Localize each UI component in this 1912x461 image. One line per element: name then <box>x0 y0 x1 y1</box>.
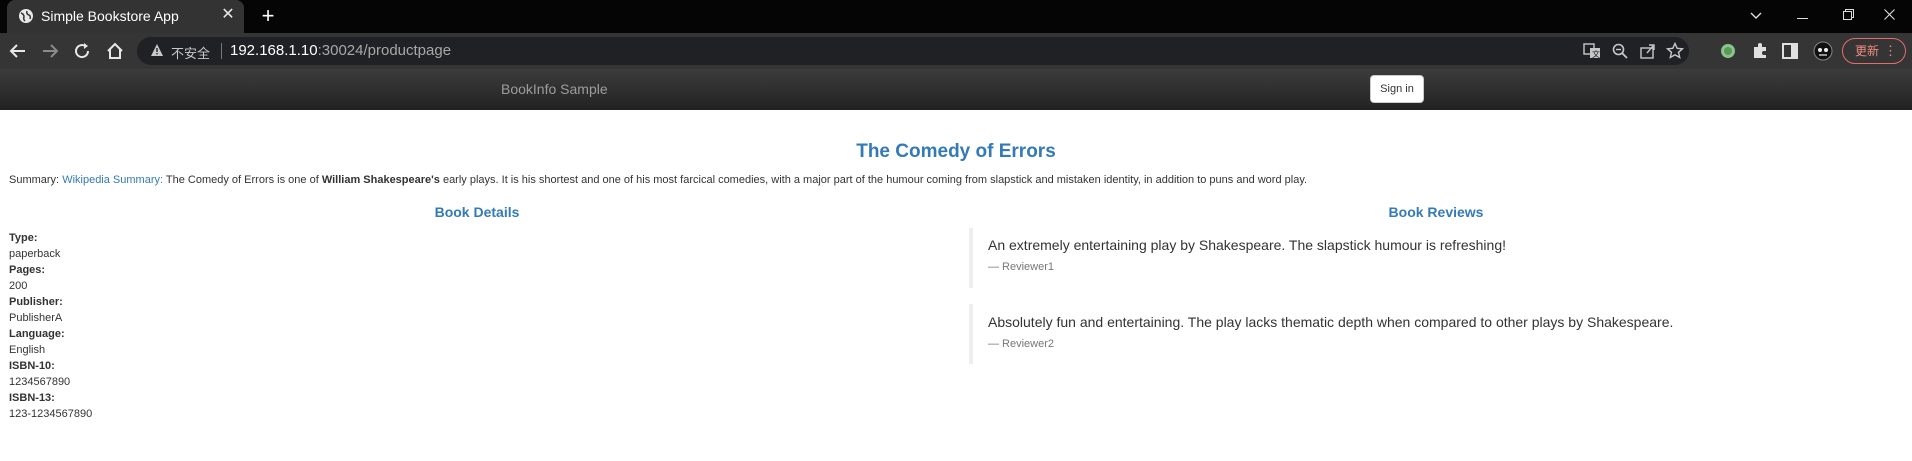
review-text: An extremely entertaining play by Shakes… <box>988 237 1507 253</box>
book-details-heading: Book Details <box>434 204 520 220</box>
puzzle-icon[interactable] <box>1750 41 1770 61</box>
share-icon[interactable] <box>1639 42 1657 60</box>
browser-tabstrip: Simple Bookstore App ✕ + <box>0 0 1912 33</box>
bookmark-star-icon[interactable] <box>1666 42 1684 60</box>
language-value: English <box>9 344 46 356</box>
publisher-label: Publisher: <box>9 296 63 308</box>
reload-button[interactable] <box>68 37 96 65</box>
tab-title: Simple Bookstore App <box>41 8 179 24</box>
app-navbar: BookInfo Sample Sign in <box>0 69 1912 110</box>
warning-icon[interactable] <box>150 43 164 57</box>
isbn13-value: 123-1234567890 <box>9 408 93 420</box>
extension-green-icon[interactable] <box>1718 41 1738 61</box>
svg-text:文: 文 <box>1592 49 1600 59</box>
type-value: paperback <box>9 248 61 260</box>
book-summary: Summary: Wikipedia Summary: The Comedy o… <box>9 174 1307 186</box>
forward-button[interactable] <box>36 37 64 65</box>
close-window-button[interactable] <box>1866 0 1912 30</box>
sign-in-button[interactable]: Sign in <box>1370 75 1424 103</box>
url-path: :30024/productpage <box>317 42 452 59</box>
summary-text-1: The Comedy of Errors is one of <box>163 174 322 186</box>
address-bar[interactable]: 不安全 192.168.1.10:30024/productpage 文 <box>137 37 1689 65</box>
home-icon <box>107 42 123 59</box>
minimize-button[interactable] <box>1779 0 1825 30</box>
reload-icon <box>75 43 90 59</box>
isbn10-label: ISBN-10: <box>9 360 55 372</box>
forward-arrow-icon <box>43 44 59 58</box>
isbn10-value: 1234567890 <box>9 376 71 388</box>
globe-icon <box>19 9 33 23</box>
home-button[interactable] <box>101 37 129 65</box>
more-menu-icon[interactable]: ⋮ <box>1884 39 1897 63</box>
pages-label: Pages: <box>9 264 46 276</box>
pages-value: 200 <box>9 280 28 292</box>
wikipedia-summary-link[interactable]: Wikipedia Summary: <box>62 174 163 186</box>
review-author: — Reviewer1 <box>988 261 1055 273</box>
restore-button[interactable] <box>1825 0 1871 30</box>
back-arrow-icon <box>9 44 25 58</box>
review-author: — Reviewer2 <box>988 338 1055 350</box>
review-text: Absolutely fun and entertaining. The pla… <box>988 314 1674 330</box>
zoom-icon[interactable] <box>1611 42 1629 60</box>
back-button[interactable] <box>4 37 32 65</box>
book-details-list: Type: paperback Pages: 200 Publisher: Pu… <box>9 230 92 422</box>
browser-tab[interactable]: Simple Bookstore App ✕ <box>7 0 244 33</box>
url-text[interactable]: 192.168.1.10:30024/productpage <box>230 42 451 59</box>
new-tab-button[interactable]: + <box>256 4 280 28</box>
language-label: Language: <box>9 328 65 340</box>
url-host: 192.168.1.10 <box>230 42 318 59</box>
tab-search-icon[interactable] <box>1733 0 1779 30</box>
book-title: The Comedy of Errors <box>856 141 1056 162</box>
summary-text-2: early plays. It is his shortest and one … <box>439 174 1308 186</box>
brand-link[interactable]: BookInfo Sample <box>501 81 608 97</box>
publisher-value: PublisherA <box>9 312 63 324</box>
review-item: Absolutely fun and entertaining. The pla… <box>969 304 1869 364</box>
url-divider <box>221 43 222 59</box>
summary-author: William Shakespeare's <box>321 174 440 186</box>
review-item: An extremely entertaining play by Shakes… <box>969 228 1869 288</box>
summary-prefix: Summary: <box>9 174 63 186</box>
profile-avatar-icon[interactable] <box>1813 41 1833 61</box>
security-label[interactable]: 不安全 <box>171 43 210 62</box>
isbn13-label: ISBN-13: <box>9 392 55 404</box>
update-button[interactable]: 更新 ⋮ <box>1842 38 1906 64</box>
update-label: 更新 <box>1855 44 1880 58</box>
translate-icon[interactable]: 文 <box>1583 42 1601 60</box>
book-reviews-heading: Book Reviews <box>1388 204 1484 220</box>
type-label: Type: <box>9 232 38 244</box>
side-panel-icon[interactable] <box>1780 41 1800 61</box>
close-tab-icon[interactable]: ✕ <box>218 5 238 25</box>
